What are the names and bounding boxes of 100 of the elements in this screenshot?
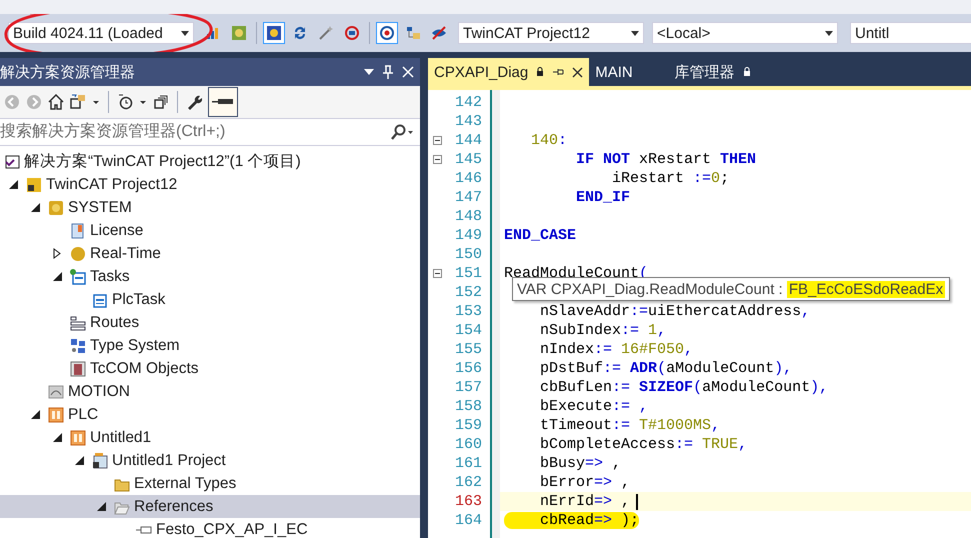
tree-item[interactable]: Tasks [0, 265, 420, 288]
task-icon [92, 292, 108, 308]
tree-item[interactable]: Type System [0, 334, 420, 357]
line-number: 142 [454, 94, 482, 111]
tree-item[interactable]: MOTION [0, 380, 420, 403]
system-icon [48, 200, 64, 216]
project-icon [26, 176, 42, 192]
expanded-arrow-icon[interactable] [52, 433, 62, 442]
line-number: 148 [454, 208, 482, 225]
collapse-icon[interactable] [432, 136, 442, 145]
dropdown-icon[interactable] [364, 69, 374, 75]
line-number: 156 [454, 360, 482, 377]
line-number: 147 [454, 189, 482, 206]
line-number: 153 [454, 303, 482, 320]
line-number: 155 [454, 341, 482, 358]
tree-item[interactable]: SYSTEM [0, 196, 420, 219]
collapse-icon[interactable] [432, 155, 442, 164]
eye-cross-icon [431, 25, 447, 41]
code-line: 140: [530, 132, 568, 149]
expanded-arrow-icon[interactable] [30, 203, 40, 212]
code-line: cbBufLen:= SIZEOF(aModuleCount), [539, 379, 828, 396]
dropdown[interactable]: <Local> [652, 22, 838, 44]
module-icon [70, 360, 86, 376]
code-line: IF NOT xRestart THEN [575, 151, 756, 168]
tree-item[interactable]: Routes [0, 311, 420, 334]
wrench-icon[interactable] [186, 94, 202, 110]
tree-item[interactable]: License [0, 219, 420, 242]
code-line: bExecute:= , [539, 398, 648, 415]
dropdown[interactable]: Untitl [850, 22, 971, 44]
dropdown[interactable]: Build 4024.11 (Loaded [8, 22, 194, 44]
line-number: 149 [454, 227, 482, 244]
line-number: 150 [454, 246, 482, 263]
lock-icon [742, 67, 751, 77]
tree-item[interactable]: TcCOM Objects [0, 357, 420, 380]
pin-icon[interactable] [552, 67, 564, 77]
lock-icon [536, 67, 544, 77]
expanded-arrow-icon[interactable] [74, 456, 84, 465]
network-icon [405, 25, 421, 41]
clock-icon[interactable] [117, 94, 133, 110]
toolbar-button[interactable] [263, 22, 285, 44]
line-number: 161 [454, 455, 482, 472]
code-line: END_IF [575, 189, 630, 206]
tree-item[interactable]: TwinCAT Project12 [0, 173, 420, 196]
chart-icon [205, 25, 221, 41]
editor-tab[interactable]: MAIN [589, 58, 639, 86]
code-line: nErrId=> , [539, 493, 630, 510]
expanded-arrow-icon[interactable] [30, 410, 40, 419]
collapsed-arrow-icon[interactable] [53, 248, 61, 259]
windows-icon[interactable] [153, 94, 169, 110]
dropdown[interactable]: TwinCAT Project12 [458, 22, 644, 44]
tree-item[interactable]: Festo_CPX_AP_I_EC [0, 518, 420, 538]
code-line: bBusy=> , [539, 455, 622, 472]
text-cursor [636, 494, 638, 510]
tree-item[interactable]: 解决方案“TwinCAT Project12”(1 个项目) [0, 150, 420, 173]
code-line: tTimeout:= T#1000MS, [539, 417, 720, 434]
line-number: 160 [454, 436, 482, 453]
close-icon[interactable] [572, 66, 584, 78]
code-line: bError=> , [539, 474, 630, 491]
editor-tab[interactable]: 库管理器 [668, 58, 757, 86]
collapse-icon[interactable] [432, 269, 442, 278]
code-line: bCompleteAccess:= TRUE, [539, 436, 748, 453]
pin-icon[interactable] [208, 87, 238, 117]
tree-item[interactable]: References [0, 495, 420, 518]
reload-icon [344, 25, 360, 41]
sync-icon[interactable] [70, 94, 86, 110]
line-number: 158 [454, 398, 482, 415]
refresh-icon [292, 25, 308, 41]
line-number: 145 [454, 151, 482, 168]
expanded-arrow-icon[interactable] [8, 180, 18, 189]
line-number: 159 [454, 417, 482, 434]
expanded-arrow-icon[interactable] [52, 272, 62, 281]
search-icon[interactable] [390, 124, 414, 140]
tooltip-text: VAR CPXAPI_Diag.ReadModuleCount : [517, 280, 784, 298]
line-number: 151 [454, 265, 482, 282]
certificate-icon [70, 222, 86, 238]
routes-icon [70, 314, 86, 330]
search-field[interactable]: 搜索解决方案资源管理器(Ctrl+;) [0, 118, 420, 146]
tree-item[interactable]: Real-Time [0, 242, 420, 265]
caret-icon [825, 30, 833, 36]
line-number: 154 [454, 322, 482, 339]
code-line: END_CASE [504, 227, 576, 244]
code-line: nSubIndex:= 1, [539, 322, 666, 339]
code-line: iRestart :=0; [611, 170, 730, 187]
code-line: nIndex:= 16#F050, [539, 341, 694, 358]
tree-item[interactable]: PLC [0, 403, 420, 426]
line-number: 157 [454, 379, 482, 396]
tree-item[interactable]: External Types [0, 472, 420, 495]
tree-item[interactable]: Untitled1 [0, 426, 420, 449]
tasks-icon [70, 268, 86, 284]
home-icon[interactable] [48, 94, 64, 110]
tree-item[interactable]: Untitled1 Project [0, 449, 420, 472]
toolbar-button[interactable] [376, 22, 398, 44]
line-number: 152 [454, 284, 482, 301]
solution-icon [4, 154, 20, 170]
caret-icon [631, 30, 639, 36]
expanded-arrow-icon[interactable] [96, 502, 106, 511]
plc-project-icon [92, 452, 108, 468]
code-line: nSlaveAddr:=uiEthercatAddress, [539, 303, 810, 320]
editor-tab[interactable]: CPXAPI_Diag [428, 58, 590, 86]
tree-item[interactable]: PlcTask [0, 288, 420, 311]
